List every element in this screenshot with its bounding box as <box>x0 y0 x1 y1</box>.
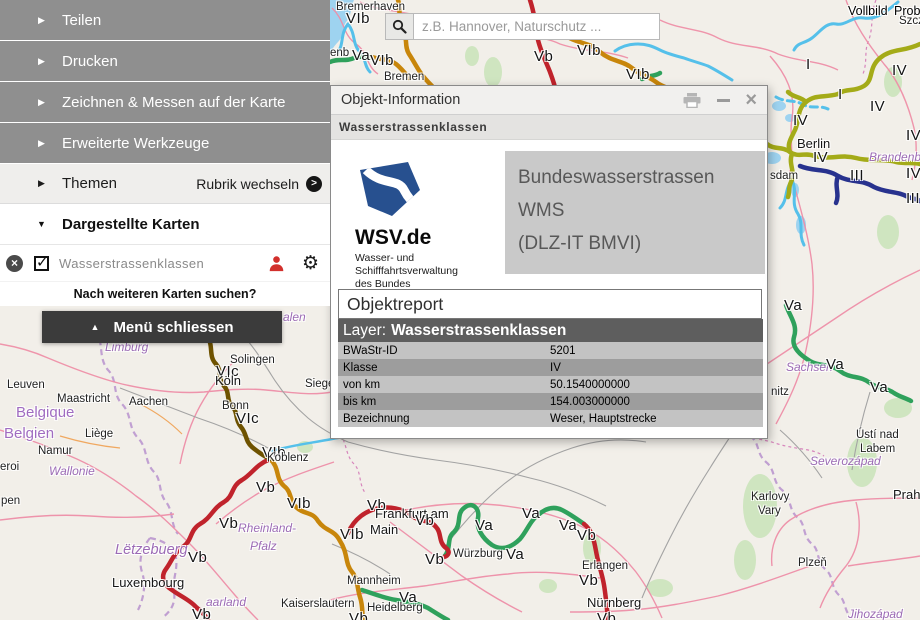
sidebar-item-zeichnen-messen[interactable]: ▶ Zeichnen & Messen auf der Karte <box>0 82 330 122</box>
layer-header-name: Wasserstrassenklassen <box>391 322 566 340</box>
remove-layer-button[interactable]: × <box>6 255 23 272</box>
sidebar-menu: ▶ Teilen ▶ Drucken ▶ Zeichnen & Messen a… <box>0 0 330 306</box>
wsv-brand: WSV.de <box>355 226 431 250</box>
sidebar-item-teilen[interactable]: ▶ Teilen <box>0 0 330 40</box>
sidebar-item-drucken[interactable]: ▶ Drucken <box>0 41 330 81</box>
layer-label: Wasserstrassenklassen <box>59 256 268 271</box>
row-key: von km <box>338 379 550 391</box>
close-icon[interactable]: × <box>745 92 757 108</box>
object-information-dialog: Objekt-Information × Wasserstrassenklass… <box>330 85 768 439</box>
dialog-body: WSV.de Wasser- und Schifffahrtsverwaltun… <box>331 140 767 437</box>
table-row: von km 50.1540000000 <box>338 376 763 393</box>
search-more-maps-link[interactable]: Nach weiteren Karten suchen? <box>0 282 330 306</box>
row-key: BWaStr-ID <box>338 345 550 357</box>
search-input[interactable] <box>413 13 660 40</box>
sidebar-item-label: Teilen <box>62 12 101 29</box>
dialog-subtitle-bar: Wasserstrassenklassen <box>331 115 767 140</box>
layer-header-row: Layer: Wasserstrassenklassen <box>338 319 763 342</box>
row-value: 5201 <box>550 345 763 357</box>
row-value: 154.003000000 <box>550 396 763 408</box>
service-title-line: Bundeswasserstrassen WMS <box>518 161 752 227</box>
layer-row-wasserstrassenklassen: × Wasserstrassenklassen ⚙ <box>0 245 330 282</box>
table-row: BWaStr-ID 5201 <box>338 342 763 359</box>
print-icon[interactable] <box>683 93 701 108</box>
row-value: IV <box>550 362 763 374</box>
table-row: bis km 154.003000000 <box>338 393 763 410</box>
sidebar-item-label: Zeichnen & Messen auf der Karte <box>62 94 285 111</box>
service-title-box: Bundeswasserstrassen WMS (DLZ-IT BMVI) <box>505 151 765 274</box>
chevron-right-circle-icon: > <box>306 176 322 192</box>
chevron-right-icon: ▶ <box>38 56 50 67</box>
sidebar-item-dargestellte-karten[interactable]: ▼ Dargestellte Karten <box>0 204 330 245</box>
wsv-subtitle-line: Schifffahrtsverwaltung <box>355 265 458 278</box>
object-report-table: Layer: Wasserstrassenklassen BWaStr-ID 5… <box>338 319 763 427</box>
fullscreen-link[interactable]: Vollbild <box>848 4 888 18</box>
sidebar-item-label: Drucken <box>62 53 118 70</box>
dialog-subtitle: Wasserstrassenklassen <box>339 120 487 134</box>
section-label: Dargestellte Karten <box>62 216 200 233</box>
row-key: Klasse <box>338 362 550 374</box>
layer-header-label: Layer: <box>343 322 386 340</box>
sidebar-item-label: Erweiterte Werkzeuge <box>62 135 209 152</box>
table-row: Bezeichnung Weser, Hauptstrecke <box>338 410 763 427</box>
close-menu-button[interactable]: ▲ Menü schliessen <box>42 311 282 343</box>
minimize-icon[interactable] <box>717 99 730 102</box>
chevron-right-icon: ▶ <box>38 178 50 189</box>
wsv-logo-icon <box>358 160 422 218</box>
service-title-line: (DLZ-IT BMVI) <box>518 227 752 260</box>
rubrik-wechseln-label: Rubrik wechseln <box>196 176 299 192</box>
row-value: Weser, Hauptstrecke <box>550 413 763 425</box>
chevron-right-icon: ▶ <box>38 138 50 149</box>
sidebar-item-erweiterte-werkzeuge[interactable]: ▶ Erweiterte Werkzeuge <box>0 123 330 163</box>
wsv-subtitle: Wasser- und Schifffahrtsverwaltung des B… <box>355 252 458 291</box>
row-value: 50.1540000000 <box>550 379 763 391</box>
close-menu-label: Menü schliessen <box>113 319 233 336</box>
search-bar <box>385 13 660 40</box>
person-icon[interactable] <box>268 255 285 272</box>
row-key: Bezeichnung <box>338 413 550 425</box>
search-button[interactable] <box>385 13 413 40</box>
gear-icon[interactable]: ⚙ <box>302 254 319 273</box>
report-problem-link[interactable]: Probl <box>894 4 920 18</box>
chevron-right-icon: ▶ <box>38 15 50 26</box>
layer-checkbox[interactable] <box>34 256 49 271</box>
dialog-title: Objekt-Information <box>341 92 671 108</box>
search-icon <box>392 19 407 34</box>
dialog-title-bar[interactable]: Objekt-Information × <box>331 86 767 115</box>
rubrik-wechseln-link[interactable]: Rubrik wechseln > <box>196 176 330 192</box>
chevron-right-icon: ▶ <box>38 97 50 108</box>
object-report-title: Objektreport <box>338 289 762 319</box>
sidebar-item-label: Themen <box>62 175 117 192</box>
row-key: bis km <box>338 396 550 408</box>
sidebar-item-themen[interactable]: ▶ Themen Rubrik wechseln > <box>0 164 330 204</box>
table-row: Klasse IV <box>338 359 763 376</box>
chevron-up-icon: ▲ <box>91 322 100 332</box>
chevron-down-icon: ▼ <box>37 219 50 229</box>
wsv-subtitle-line: Wasser- und <box>355 252 458 265</box>
